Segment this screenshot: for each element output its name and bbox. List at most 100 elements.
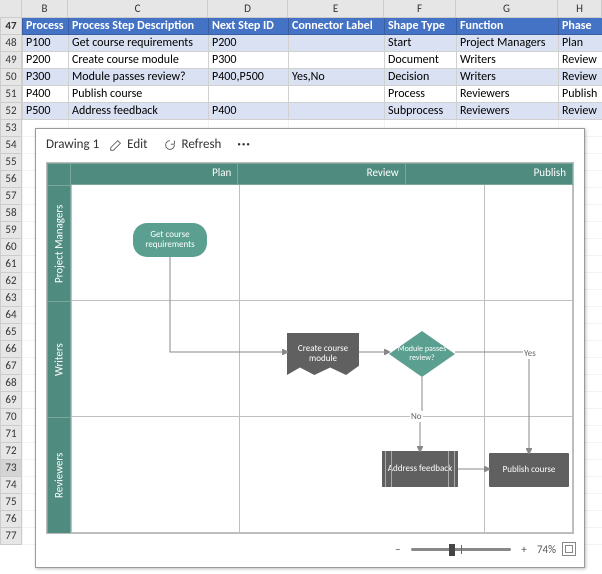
row-header[interactable]: 67: [0, 358, 22, 375]
zoom-slider[interactable]: [411, 548, 511, 551]
row-header[interactable]: 69: [0, 392, 22, 409]
connectors: [71, 185, 573, 533]
cell[interactable]: Publish course: [68, 86, 208, 103]
row-header[interactable]: 60: [0, 239, 22, 256]
row-header[interactable]: 49: [0, 52, 22, 69]
row-header[interactable]: 73: [0, 460, 22, 477]
cell[interactable]: Phase: [558, 18, 602, 35]
row-header[interactable]: 55: [0, 154, 22, 171]
cell[interactable]: P400: [208, 103, 288, 120]
row-header[interactable]: 76: [0, 511, 22, 528]
cell[interactable]: [288, 52, 384, 69]
edit-button[interactable]: Edit: [103, 135, 153, 154]
zoom-in-button[interactable]: +: [517, 543, 531, 556]
cell[interactable]: Project Managers: [456, 35, 558, 52]
zoom-out-button[interactable]: −: [391, 543, 405, 556]
row-header[interactable]: 47: [0, 18, 22, 35]
cell[interactable]: Yes,No: [288, 69, 384, 86]
visio-drawing-embed[interactable]: Drawing 1 Edit Refresh ··· Plan Review P…: [35, 128, 585, 568]
row-header[interactable]: 77: [0, 528, 22, 545]
corner-cell[interactable]: [0, 0, 22, 17]
row-header[interactable]: 64: [0, 307, 22, 324]
col-header-D[interactable]: D: [208, 0, 288, 17]
row-header[interactable]: 57: [0, 188, 22, 205]
cell[interactable]: P200: [208, 35, 288, 52]
row-header[interactable]: 74: [0, 477, 22, 494]
cell[interactable]: Get course requirements: [68, 35, 208, 52]
col-header-C[interactable]: C: [68, 0, 208, 17]
cell[interactable]: Writers: [456, 69, 558, 86]
row-header[interactable]: 52: [0, 103, 22, 120]
cell[interactable]: P400,P500: [208, 69, 288, 86]
row-header[interactable]: 50: [0, 69, 22, 86]
cell[interactable]: Decision: [384, 69, 456, 86]
cell[interactable]: Subprocess: [384, 103, 456, 120]
row-header[interactable]: 70: [0, 409, 22, 426]
row-header[interactable]: 65: [0, 324, 22, 341]
drawing-toolbar: Drawing 1 Edit Refresh ···: [36, 129, 584, 156]
cell[interactable]: Writers: [456, 52, 558, 69]
phase-publish: Publish: [406, 163, 573, 185]
row-header[interactable]: 51: [0, 86, 22, 103]
cell[interactable]: Review: [558, 52, 602, 69]
cell[interactable]: Process Step Description: [68, 18, 208, 35]
cell[interactable]: Process: [22, 18, 68, 35]
refresh-label: Refresh: [181, 137, 221, 152]
swimlane-canvas[interactable]: Plan Review Publish Project Managers Wri…: [46, 162, 574, 534]
row-header[interactable]: 68: [0, 375, 22, 392]
cell[interactable]: P400: [22, 86, 68, 103]
cell[interactable]: P200: [22, 52, 68, 69]
row-header[interactable]: 62: [0, 273, 22, 290]
lane-pm: Project Managers: [47, 185, 71, 301]
row-header[interactable]: 54: [0, 137, 22, 154]
edit-label: Edit: [127, 137, 147, 152]
cell[interactable]: Start: [384, 35, 456, 52]
zoom-value: 74%: [537, 543, 556, 556]
cell[interactable]: Reviewers: [456, 103, 558, 120]
row-header[interactable]: 61: [0, 256, 22, 273]
cell[interactable]: P500: [22, 103, 68, 120]
cell[interactable]: Plan: [558, 35, 602, 52]
row-header[interactable]: 56: [0, 171, 22, 188]
cell[interactable]: Document: [384, 52, 456, 69]
cell[interactable]: [288, 35, 384, 52]
cell[interactable]: P100: [22, 35, 68, 52]
row-header[interactable]: 66: [0, 341, 22, 358]
cell[interactable]: Next Step ID: [208, 18, 288, 35]
phase-header-row: Plan Review Publish: [47, 163, 573, 185]
cell[interactable]: Function: [456, 18, 558, 35]
cell[interactable]: P300: [22, 69, 68, 86]
lane-writers: Writers: [47, 301, 71, 417]
cell[interactable]: [288, 86, 384, 103]
row-header[interactable]: 75: [0, 494, 22, 511]
fit-to-window-icon[interactable]: [562, 542, 576, 556]
row-header[interactable]: 48: [0, 35, 22, 52]
row-header[interactable]: 71: [0, 426, 22, 443]
cell[interactable]: Module passes review?: [68, 69, 208, 86]
row-header[interactable]: 59: [0, 222, 22, 239]
more-button[interactable]: ···: [231, 137, 256, 152]
row-header[interactable]: 63: [0, 290, 22, 307]
col-header-B[interactable]: B: [22, 0, 68, 17]
cell[interactable]: Publish: [558, 86, 602, 103]
cell[interactable]: P300: [208, 52, 288, 69]
cell[interactable]: Review: [558, 103, 602, 120]
col-header-G[interactable]: G: [456, 0, 558, 17]
row-header[interactable]: 72: [0, 443, 22, 460]
cell[interactable]: Reviewers: [456, 86, 558, 103]
col-header-H[interactable]: H: [558, 0, 602, 17]
cell[interactable]: Process: [384, 86, 456, 103]
lane-reviewers: Reviewers: [47, 417, 71, 533]
cell[interactable]: Address feedback: [68, 103, 208, 120]
cell[interactable]: [208, 86, 288, 103]
col-header-E[interactable]: E: [288, 0, 384, 17]
cell[interactable]: Create course module: [68, 52, 208, 69]
row-header[interactable]: 58: [0, 205, 22, 222]
cell[interactable]: Connector Label: [288, 18, 384, 35]
cell[interactable]: Review: [558, 69, 602, 86]
refresh-button[interactable]: Refresh: [157, 135, 227, 154]
cell[interactable]: [288, 103, 384, 120]
row-header[interactable]: 53: [0, 120, 22, 137]
col-header-F[interactable]: F: [384, 0, 456, 17]
cell[interactable]: Shape Type: [384, 18, 456, 35]
